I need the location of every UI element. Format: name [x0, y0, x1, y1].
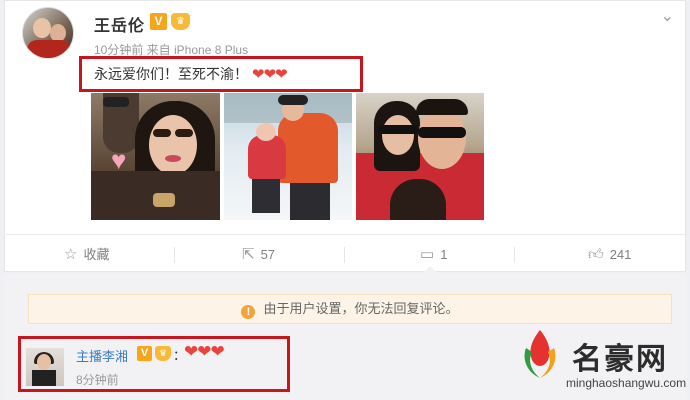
photo-sunglasses: [418, 127, 466, 138]
avatar-face: [37, 354, 51, 370]
comment-count: 1: [440, 247, 448, 262]
post-photo-2[interactable]: [224, 93, 352, 220]
photo-pants: [290, 183, 330, 220]
author-avatar[interactable]: [22, 7, 74, 59]
photo-glasses: [103, 97, 129, 107]
photo-face: [382, 115, 414, 155]
comment-pointer: [422, 266, 438, 274]
watermark-url: minghaoshangwu.com: [566, 376, 687, 390]
heart-emoji: ❤❤❤: [184, 342, 225, 361]
photo-sunglasses: [378, 125, 418, 134]
like-button[interactable]: 👍︎ 241: [588, 235, 631, 275]
photo-lips: [165, 155, 181, 162]
favorite-label: 收藏: [83, 247, 110, 262]
post-text: 永远爱你们！至死不渝！ ❤❤❤: [94, 64, 288, 84]
vip-crown-icon: ♛: [155, 346, 171, 361]
photo-pants: [252, 179, 280, 213]
author-name[interactable]: 王岳伦: [94, 12, 145, 36]
divider: [514, 247, 515, 263]
avatar-clothing: [27, 40, 71, 58]
repost-count: 57: [260, 247, 276, 262]
photo-face: [149, 115, 197, 175]
star-icon: ☆: [64, 246, 78, 263]
like-count: 241: [609, 247, 632, 262]
photo-eye: [175, 129, 193, 137]
photo-face: [418, 107, 466, 169]
post-photo-1[interactable]: ♥: [91, 93, 220, 220]
notice-text: 由于用户设置，你无法回复评论。: [263, 301, 459, 316]
repost-button[interactable]: ⇱ 57: [242, 235, 275, 275]
commenter-avatar[interactable]: [26, 348, 64, 386]
photo-jacket: [278, 113, 338, 183]
heart-emoji: ❤❤❤: [252, 66, 288, 83]
post-photo-3[interactable]: [356, 93, 484, 220]
watermark-text: 名豪网: [572, 342, 668, 377]
heart-icon: ♥: [111, 145, 127, 175]
photo-hair: [416, 99, 468, 115]
favorite-button[interactable]: ☆ 收藏: [64, 235, 109, 275]
share-icon: ⇱: [242, 246, 255, 263]
site-watermark: 名豪网 minghaoshangwu.com: [512, 324, 688, 400]
post-meta: 10分钟前 来自 iPhone 8 Plus: [94, 43, 249, 57]
action-bar: ☆ 收藏 ⇱ 57 ▭ 1 👍︎ 241: [4, 234, 686, 274]
warning-icon: !: [241, 305, 256, 319]
post-text-content: 永远爱你们！至死不渝！: [94, 66, 248, 82]
chevron-down-icon[interactable]: ⌄: [661, 6, 674, 26]
photo-child-jacket: [248, 135, 286, 179]
vip-crown-icon: ♛: [171, 13, 190, 30]
divider: [344, 247, 345, 263]
watermark-logo-icon: [524, 330, 556, 378]
photo-watch: [153, 193, 175, 207]
photo-child-face: [256, 123, 276, 141]
avatar-clothing: [32, 370, 56, 386]
comment-time: 8分钟前: [76, 373, 119, 387]
photo-eye: [153, 129, 171, 137]
commenter-name[interactable]: 主播李湘: [76, 346, 128, 365]
reply-disabled-notice: ! 由于用户设置，你无法回复评论。: [28, 294, 672, 324]
photo-helmet: [278, 95, 308, 105]
thumbs-up-icon: 👍︎: [588, 246, 604, 263]
divider: [174, 247, 175, 263]
verified-badge: V: [150, 13, 167, 30]
verified-badge: V: [137, 346, 152, 361]
avatar-face: [33, 18, 51, 38]
photo-child-hair: [390, 179, 446, 220]
